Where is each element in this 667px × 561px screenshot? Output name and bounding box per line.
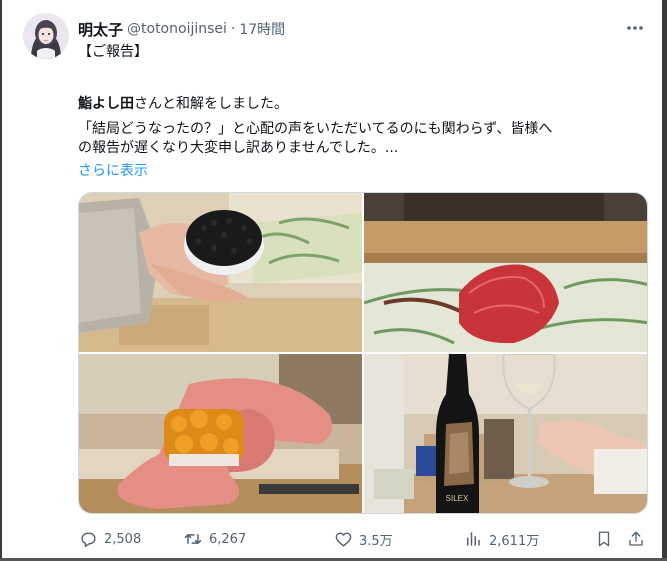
- reply-count: 2,508: [104, 531, 142, 547]
- tuna-sushi-photo[interactable]: [364, 193, 647, 352]
- avatar-image: [23, 13, 69, 59]
- restaurant-name: 鮨よし田: [78, 96, 134, 112]
- tweet-card[interactable]: 明太子 @totonoijinsei · 17時間 【ご報告】 鮨よし田さんと和…: [2, 0, 662, 558]
- timestamp[interactable]: 17時間: [239, 19, 285, 39]
- avatar[interactable]: [23, 13, 69, 59]
- views-icon: [463, 529, 483, 549]
- tweet-text-line: 鮨よし田さんと和解をしました。: [78, 93, 288, 113]
- tweet-header: 明太子 @totonoijinsei · 17時間: [78, 19, 285, 39]
- views-button[interactable]: 2,611万: [463, 528, 539, 550]
- caviar-sushi-photo[interactable]: [79, 193, 362, 352]
- bookmark-icon: [594, 529, 614, 549]
- tweet-text-line: 【ご報告】: [78, 44, 148, 60]
- view-count: 2,611万: [489, 533, 540, 549]
- heart-icon: [333, 529, 353, 549]
- media-grid: SILEX: [78, 192, 648, 514]
- bookmark-button[interactable]: [594, 528, 614, 550]
- tweet-text-line: 「結局どうなったの？」と心配の声をいただいてるのにも関わらず、皆様へ: [78, 121, 553, 137]
- show-more-link[interactable]: さらに表示: [78, 160, 148, 180]
- bottle-label: SILEX: [446, 494, 469, 503]
- like-button[interactable]: 3.5万: [333, 528, 393, 550]
- share-button[interactable]: [626, 528, 646, 550]
- retweet-button[interactable]: 6,267: [183, 528, 246, 550]
- uni-sushi-photo[interactable]: [79, 354, 362, 513]
- tweet-text-line: の報告が遅くなり大変申し訳ありませんでした。...: [78, 140, 399, 156]
- display-name[interactable]: 明太子: [78, 19, 123, 40]
- separator-dot: ·: [230, 21, 236, 37]
- wine-bottle-photo[interactable]: SILEX: [364, 354, 647, 513]
- share-icon: [626, 529, 646, 549]
- like-count: 3.5万: [359, 533, 393, 549]
- more-button[interactable]: [623, 18, 647, 38]
- retweet-icon: [183, 529, 203, 549]
- reply-icon: [78, 529, 98, 549]
- reply-button[interactable]: 2,508: [78, 528, 141, 550]
- user-handle[interactable]: @totonoijinsei: [127, 21, 227, 37]
- tweet-text-fragment: さんと和解をしました。: [134, 96, 288, 112]
- retweet-count: 6,267: [209, 531, 247, 547]
- window-frame-right: [662, 0, 667, 561]
- more-icon: [627, 26, 643, 30]
- tweet-actions: 2,508 6,267 3.5万 2,611万: [78, 528, 648, 550]
